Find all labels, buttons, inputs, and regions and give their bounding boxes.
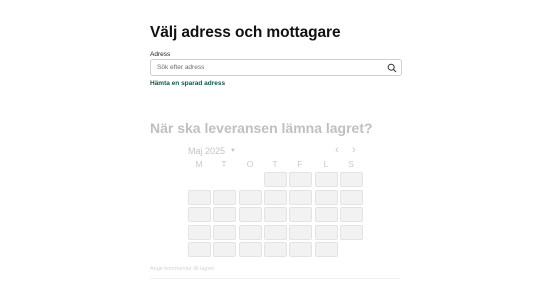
- weekday-label: O: [246, 159, 254, 169]
- search-icon[interactable]: [387, 63, 397, 73]
- calendar-day: [264, 225, 287, 240]
- calendar-day: [340, 207, 363, 222]
- calendar-day: [188, 207, 211, 222]
- delivery-section-title: När ska leveransen lämna lagret?: [150, 120, 373, 136]
- next-month-button[interactable]: ›: [352, 144, 356, 156]
- weekday-label: F: [297, 159, 303, 169]
- month-select[interactable]: Maj 2025 ▼: [188, 146, 236, 156]
- calendar-day: [213, 207, 236, 222]
- calendar-day: [315, 225, 338, 240]
- calendar-day: [239, 225, 262, 240]
- address-label: Adress: [150, 51, 171, 58]
- calendar-day: [315, 190, 338, 205]
- calendar-grid: [188, 172, 366, 262]
- calendar-day: [239, 242, 262, 257]
- address-search-box[interactable]: [150, 59, 402, 76]
- weekday-header: MTOTFLS: [188, 159, 364, 169]
- saved-address-link[interactable]: Hämta en sparad adress: [150, 80, 225, 87]
- calendar-day: [264, 207, 287, 222]
- warehouse-comment-link[interactable]: Ange kommentar till lagret: [150, 266, 214, 272]
- calendar-day: [264, 242, 287, 257]
- weekday-label: L: [323, 159, 329, 169]
- weekday-label: S: [348, 159, 354, 169]
- calendar-day: [188, 190, 211, 205]
- calendar-day: [264, 190, 287, 205]
- address-search-input[interactable]: [157, 60, 377, 75]
- calendar-day: [239, 207, 262, 222]
- calendar-day: [213, 190, 236, 205]
- calendar-day: [340, 172, 363, 187]
- calendar-day: [289, 207, 312, 222]
- calendar-day: [340, 190, 363, 205]
- weekday-label: T: [221, 159, 227, 169]
- calendar-day: [289, 225, 312, 240]
- page-title: Välj adress och mottagare: [150, 24, 341, 41]
- calendar-day: [315, 172, 338, 187]
- divider: [150, 278, 400, 279]
- calendar-day: [188, 242, 211, 257]
- calendar-day: [315, 242, 338, 257]
- month-label: Maj 2025: [188, 146, 226, 156]
- previous-month-button[interactable]: ‹: [335, 144, 339, 156]
- weekday-label: T: [272, 159, 278, 169]
- calendar-day: [289, 242, 312, 257]
- chevron-down-icon: ▼: [230, 148, 236, 154]
- calendar-day: [340, 225, 363, 240]
- calendar-day: [264, 172, 287, 187]
- weekday-label: M: [195, 159, 203, 169]
- calendar-day: [315, 207, 338, 222]
- calendar-day: [213, 225, 236, 240]
- calendar-day: [239, 190, 262, 205]
- calendar-day: [213, 242, 236, 257]
- calendar-day: [188, 225, 211, 240]
- calendar-day: [289, 190, 312, 205]
- calendar-day: [289, 172, 312, 187]
